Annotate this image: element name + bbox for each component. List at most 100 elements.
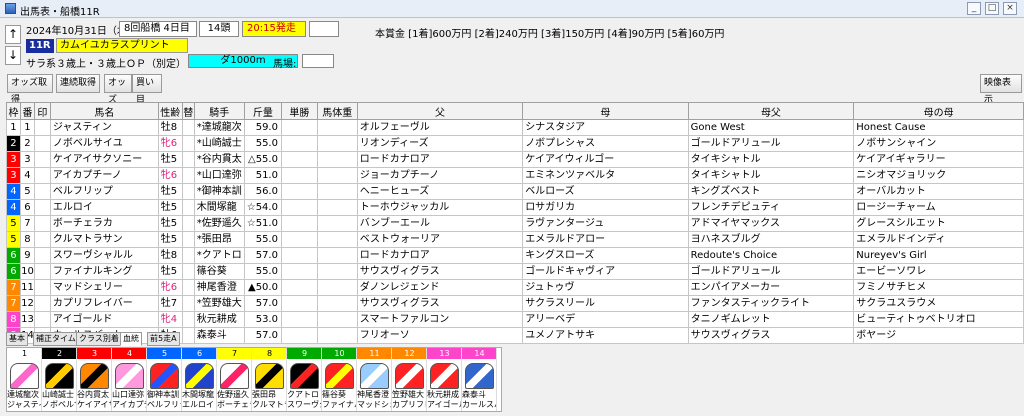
column-header[interactable]: 父 bbox=[356, 102, 524, 120]
cell-weight: △55.0 bbox=[243, 151, 282, 168]
cell-damdam: サクラユスラウメ bbox=[853, 295, 1024, 312]
table-row[interactable]: 6 10 ファイナルキング 牡5 篠谷葵 55.0 サウスヴィグラス ゴールドキャヴィア ゴール… bbox=[6, 263, 1024, 280]
column-header[interactable]: 母 bbox=[522, 102, 689, 120]
race-name: カムイユカラスプリント bbox=[56, 38, 188, 53]
column-header[interactable]: 母の母 bbox=[853, 102, 1024, 120]
table-row[interactable]: 1 1 ジャスティン 牡8 *達城龍次 59.0 オルフェーヴル シナスタジア Gone Wes… bbox=[6, 119, 1024, 136]
cell-bms: キングズベスト bbox=[687, 183, 855, 200]
tab-4[interactable]: 前5走A bbox=[147, 332, 180, 346]
cell-bms: ヨハネスブルグ bbox=[687, 231, 855, 248]
table-row[interactable]: 8 13 アイゴールド 牝4 秋元耕成 53.0 スマートファルコン アリーベデ タニノギムレッ… bbox=[6, 311, 1024, 328]
cell-bms: タイキシャトル bbox=[687, 151, 855, 168]
silk-13[interactable]: 13 秋元耕成アイゴールド bbox=[427, 348, 462, 411]
cell-sire: ヘニーヒューズ bbox=[356, 183, 524, 200]
track-condition-field[interactable] bbox=[302, 54, 334, 68]
next-race-arrow-icon[interactable]: ↓ bbox=[5, 46, 21, 65]
cell-odds bbox=[280, 215, 318, 232]
column-header[interactable]: 斤量 bbox=[243, 102, 282, 120]
cell-sexage: 牝4 bbox=[157, 311, 183, 328]
silk-6[interactable]: 6 木間塚龍 エルロイ bbox=[182, 348, 217, 411]
video-button[interactable]: 映像表示 bbox=[980, 74, 1022, 105]
table-row[interactable]: 3 4 アイカプチーノ 牝6 *山口達弥 51.0 ジョーカプチーノ エミネンツァベルタ タイキ… bbox=[6, 167, 1024, 184]
cell-damdam: オーバルカット bbox=[853, 183, 1024, 200]
silk-9[interactable]: 9 クアトロスワーヴシャルル bbox=[287, 348, 322, 411]
table-row[interactable]: 3 3 ケイアイサクソニー 牡5 *谷内貫太 △55.0 ロードカナロア ケイアイウィルゴータ… bbox=[6, 151, 1024, 168]
cell-sexage: 牡5 bbox=[157, 215, 183, 232]
silk-10[interactable]: 10 篠谷葵ファイナルキング bbox=[322, 348, 357, 411]
cell-sire: ロードカナロア bbox=[356, 247, 524, 264]
maximize-button[interactable]: □ bbox=[985, 2, 999, 15]
table-row[interactable]: 4 5 ベルフリップ 牡5 *御神本訓 56.0 ヘニーヒューズ ベルローズ キングズベスト オー… bbox=[6, 183, 1024, 200]
column-header[interactable]: 印 bbox=[33, 102, 51, 120]
cell-bms: ファンタスティックライト bbox=[687, 295, 855, 312]
table-row[interactable]: 4 6 エルロイ 牡5 木間塚龍 ☆54.0 トーホウジャッカル ロサガリカ フレンチデピュティ… bbox=[6, 199, 1024, 216]
silk-1[interactable]: 1 達城龍次ジャスティン bbox=[7, 348, 42, 411]
cell-odds bbox=[280, 183, 318, 200]
cell-ban: 12 bbox=[19, 295, 35, 312]
cell-dam: ユメノアトサキ bbox=[522, 327, 689, 344]
table-row[interactable]: 7 11 マッドシェリー 牝6 神尾香澄 ▲50.0 ダノンレジェンド ジュトゥヴ エンパイアメ… bbox=[6, 279, 1024, 296]
cell-waku: 7 bbox=[6, 295, 21, 312]
table-row[interactable]: 6 9 スワーヴシャルル 牡8 *クアトロ 57.0 ロードカナロア キングスローズ Redou… bbox=[6, 247, 1024, 264]
jockey-silk-icon bbox=[255, 363, 284, 389]
cell-weight: 55.0 bbox=[243, 231, 282, 248]
silk-number: 7 bbox=[217, 348, 251, 359]
silk-7[interactable]: 7 佐野遥久ボーチェラカ bbox=[217, 348, 252, 411]
cell-damdam: ケイアイギャラリー bbox=[853, 151, 1024, 168]
bet-button[interactable]: 買い目 bbox=[132, 74, 162, 105]
column-header[interactable]: 騎手 bbox=[193, 102, 245, 120]
cell-sire: リオンディーズ bbox=[356, 135, 524, 152]
odds-button[interactable]: オッズ bbox=[104, 74, 132, 105]
column-header[interactable]: 単勝 bbox=[280, 102, 318, 120]
cell-waku: 1 bbox=[6, 119, 21, 136]
silk-number: 9 bbox=[287, 348, 321, 359]
column-header[interactable]: 馬体重 bbox=[316, 102, 358, 120]
column-header[interactable]: 母父 bbox=[687, 102, 855, 120]
cell-jockey: *御神本訓 bbox=[193, 183, 245, 200]
close-button[interactable]: × bbox=[1003, 2, 1017, 15]
cell-sexage: 牡5 bbox=[157, 183, 183, 200]
jockey-silk-icon bbox=[360, 363, 389, 389]
silk-jockey-name: 山崎誠士 bbox=[42, 390, 74, 399]
column-header[interactable]: 枠 bbox=[6, 102, 21, 120]
cell-name: アイゴールド bbox=[49, 311, 159, 328]
cell-bodyweight bbox=[316, 167, 358, 184]
silk-2[interactable]: 2 山崎誠士ノボベルサイユ bbox=[42, 348, 77, 411]
cell-kae bbox=[181, 151, 195, 168]
cell-dam: サクラスリール bbox=[522, 295, 689, 312]
continuous-get-button[interactable]: 連続取得 bbox=[56, 74, 100, 93]
table-row[interactable]: 5 8 クルマトラサン 牡5 *張田昂 55.0 ベストウォーリア エメラルドアロー ヨハネスブ… bbox=[6, 231, 1024, 248]
cell-jockey: 秋元耕成 bbox=[193, 311, 245, 328]
column-header[interactable]: 番 bbox=[19, 102, 35, 120]
cell-kae bbox=[181, 119, 195, 136]
cell-waku: 8 bbox=[6, 311, 21, 328]
minimize-button[interactable]: _ bbox=[967, 2, 981, 15]
tab-2[interactable]: クラス別着 bbox=[76, 332, 122, 346]
column-header[interactable]: 馬名 bbox=[49, 102, 159, 120]
table-row[interactable]: 2 2 ノボベルサイユ 牝6 *山崎誠士 55.0 リオンディーズ ノボプレシャス ゴールドアリ… bbox=[6, 135, 1024, 152]
silk-3[interactable]: 3 谷内貫太ケイアイサクソニー bbox=[77, 348, 112, 411]
table-row[interactable]: 7 12 カプリフレイバー 牡7 *笠野雄大 57.0 サウスヴィグラス サクラスリール ファン… bbox=[6, 295, 1024, 312]
silk-5[interactable]: 5 御神本訓ベルフリップ bbox=[147, 348, 182, 411]
tab-3[interactable]: 血統 bbox=[120, 332, 142, 346]
cell-bodyweight bbox=[316, 119, 358, 136]
cell-sexage: 牝6 bbox=[157, 279, 183, 296]
table-row[interactable]: 5 7 ボーチェラカ 牡5 *佐野遥久 ☆51.0 バンブーエール ラヴァンタージュ アドマイヤ… bbox=[6, 215, 1024, 232]
silk-8[interactable]: 8 張田昂クルマトラサン bbox=[252, 348, 287, 411]
cell-jockey: *達城龍次 bbox=[193, 119, 245, 136]
silk-12[interactable]: 12 笠野雄大カプリフレイバー bbox=[392, 348, 427, 411]
column-header[interactable]: 替 bbox=[181, 102, 195, 120]
cell-odds bbox=[280, 279, 318, 296]
cell-sexage: 牡5 bbox=[157, 151, 183, 168]
tab-1[interactable]: 補正タイム bbox=[33, 332, 79, 346]
odds-get-button[interactable]: オッズ取得 bbox=[7, 74, 53, 105]
tab-0[interactable]: 基本 bbox=[6, 332, 28, 346]
prev-race-arrow-icon[interactable]: ↑ bbox=[5, 25, 21, 44]
cell-odds bbox=[280, 263, 318, 280]
cell-kae bbox=[181, 231, 195, 248]
column-header[interactable]: 性齢 bbox=[157, 102, 183, 120]
window-title: 出馬表・船橋11R bbox=[20, 7, 100, 18]
silk-14[interactable]: 14 森泰斗カールスバート bbox=[462, 348, 497, 411]
silk-4[interactable]: 4 山口達弥アイカプチーノ bbox=[112, 348, 147, 411]
silk-11[interactable]: 11 神尾香澄マッドシェリー bbox=[357, 348, 392, 411]
